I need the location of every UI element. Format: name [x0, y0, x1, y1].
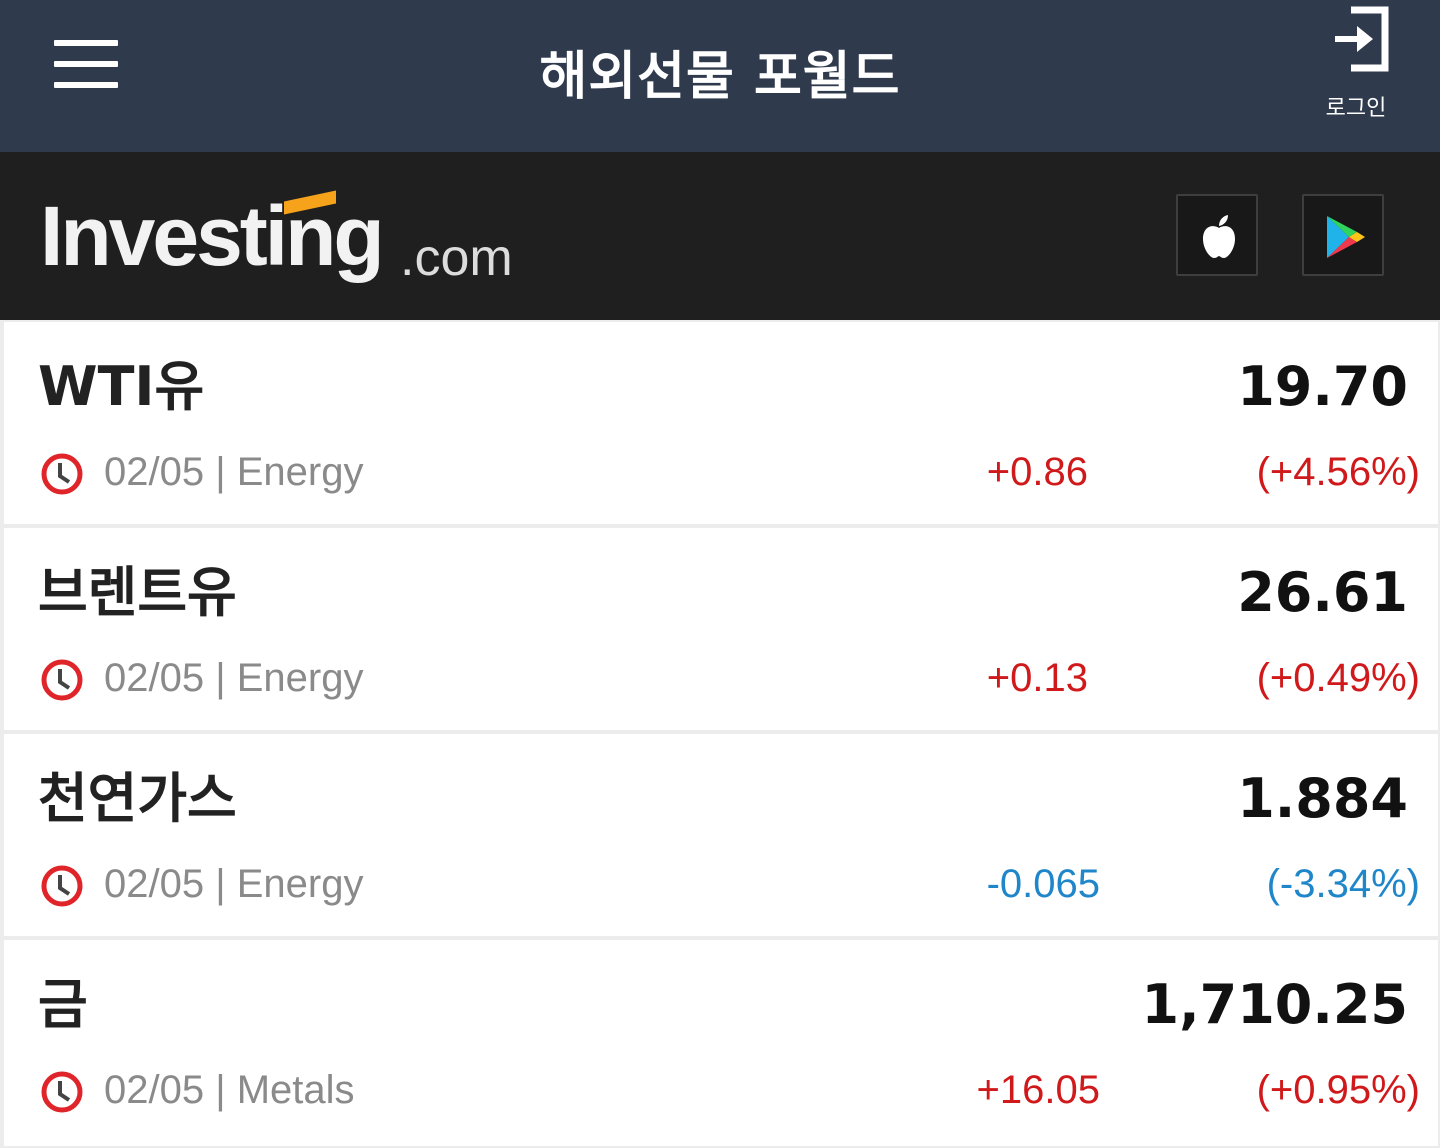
- login-label: 로그인: [1325, 96, 1387, 121]
- change-value: +0.13: [986, 656, 1088, 700]
- clock-icon: [41, 865, 83, 907]
- last-price: 19.70: [1237, 355, 1408, 418]
- quote-row[interactable]: 브렌트유 26.61 02/05 | Energy +0.13 (+0.49%): [4, 528, 1438, 730]
- instrument-name: 브렌트유: [38, 561, 237, 624]
- clock-icon: [41, 453, 83, 495]
- quote-row[interactable]: 금 1,710.25 02/05 | Metals +16.05 (+0.95%…: [4, 940, 1438, 1146]
- google-play-icon: [1327, 216, 1365, 258]
- change-percent: (+0.95%): [1256, 1068, 1420, 1112]
- apple-icon: [1203, 215, 1235, 258]
- top-header: 해외선물 포월드 로그인: [0, 0, 1440, 152]
- change-value: -0.065: [986, 862, 1100, 906]
- last-price: 1.884: [1237, 767, 1408, 830]
- time-category: 02/05 | Energy: [104, 450, 364, 494]
- time-category: 02/05 | Metals: [104, 1068, 355, 1112]
- logo-suffix: .com: [400, 229, 513, 287]
- change-percent: (+0.49%): [1256, 656, 1420, 700]
- page-title: 해외선물 포월드: [539, 47, 901, 107]
- brand-bar: Investing .com: [0, 152, 1440, 320]
- last-price: 1,710.25: [1141, 973, 1408, 1036]
- change-value: +16.05: [976, 1068, 1100, 1112]
- change-percent: (+4.56%): [1256, 450, 1420, 494]
- clock-icon: [41, 1071, 83, 1113]
- login-button[interactable]: 로그인: [1306, 4, 1406, 122]
- login-arrow-icon: [1335, 6, 1389, 72]
- last-price: 26.61: [1237, 561, 1408, 624]
- investing-logo[interactable]: Investing .com: [40, 188, 530, 287]
- app-store-button[interactable]: [1176, 194, 1258, 276]
- instrument-name: WTI유: [38, 355, 205, 418]
- quote-row[interactable]: 천연가스 1.884 02/05 | Energy -0.065 (-3.34%…: [4, 734, 1438, 936]
- clock-icon: [41, 659, 83, 701]
- time-category: 02/05 | Energy: [104, 862, 364, 906]
- google-play-button[interactable]: [1302, 194, 1384, 276]
- instrument-name: 금: [38, 973, 88, 1036]
- change-percent: (-3.34%): [1266, 862, 1420, 906]
- quote-row[interactable]: WTI유 19.70 02/05 | Energy +0.86 (+4.56%): [4, 322, 1438, 524]
- time-category: 02/05 | Energy: [104, 656, 364, 700]
- instrument-name: 천연가스: [38, 767, 237, 830]
- change-value: +0.86: [986, 450, 1088, 494]
